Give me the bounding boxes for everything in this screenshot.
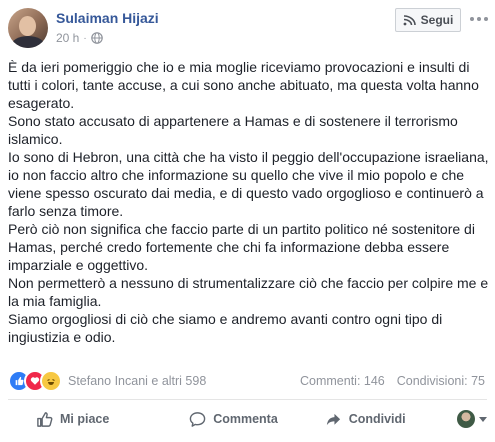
post-paragraph: Non permetterò a nessuno di strumentaliz… [8,275,489,309]
follow-label: Segui [420,13,454,27]
post-paragraph: È da ieri pomeriggio che io e mia moglie… [8,59,479,111]
facebook-post: Sulaiman Hijazi 20 h · Segui È da ieri p… [0,0,495,442]
like-button[interactable]: Mi piace [8,403,168,435]
reaction-profile-selector[interactable] [431,410,488,428]
globe-icon[interactable] [90,32,103,44]
haha-reaction-icon [40,370,62,392]
share-button[interactable]: Condividi [299,403,431,435]
shares-count[interactable]: Condivisioni: 75 [397,374,485,388]
share-icon [326,413,340,425]
avatar-shoulders [11,36,45,48]
reactions-summary[interactable]: Stefano Incani e altri 598 [8,370,206,392]
post-text: È da ieri pomeriggio che io e mia moglie… [8,58,490,346]
follow-rss-icon [403,14,416,25]
post-paragraph: Però ciò non significa che faccio parte … [8,221,475,273]
meta-separator: · [83,32,87,44]
engagement-counts: Commenti: 146 Condivisioni: 75 [300,374,485,388]
author-avatar[interactable] [8,8,48,48]
post-paragraph: Siamo orgogliosi di ciò che siamo e andr… [8,311,443,345]
post-paragraph: Sono stato accusato di appartenere a Ham… [8,113,458,147]
avatar-face [19,16,36,36]
thumbs-up-icon [37,411,53,427]
share-label: Condividi [348,412,406,426]
actions-divider [8,399,487,400]
post-timestamp[interactable]: 20 h [56,31,79,45]
like-label: Mi piace [60,412,110,426]
author-name[interactable]: Sulaiman Hijazi [56,10,159,26]
post-actions: Mi piace Commenta Condividi [8,403,488,435]
user-avatar [457,410,476,428]
reactions-names[interactable]: Stefano Incani e altri 598 [68,374,206,388]
comments-count[interactable]: Commenti: 146 [300,374,385,388]
follow-button[interactable]: Segui [395,8,461,32]
chevron-down-icon [479,416,488,422]
more-options-icon[interactable] [470,12,488,26]
post-meta: 20 h · [56,31,103,45]
post-paragraph: Io sono di Hebron, una città che ha vist… [8,149,489,219]
comment-button[interactable]: Commenta [168,403,300,435]
comment-label: Commenta [213,412,278,426]
comment-icon [189,411,206,427]
